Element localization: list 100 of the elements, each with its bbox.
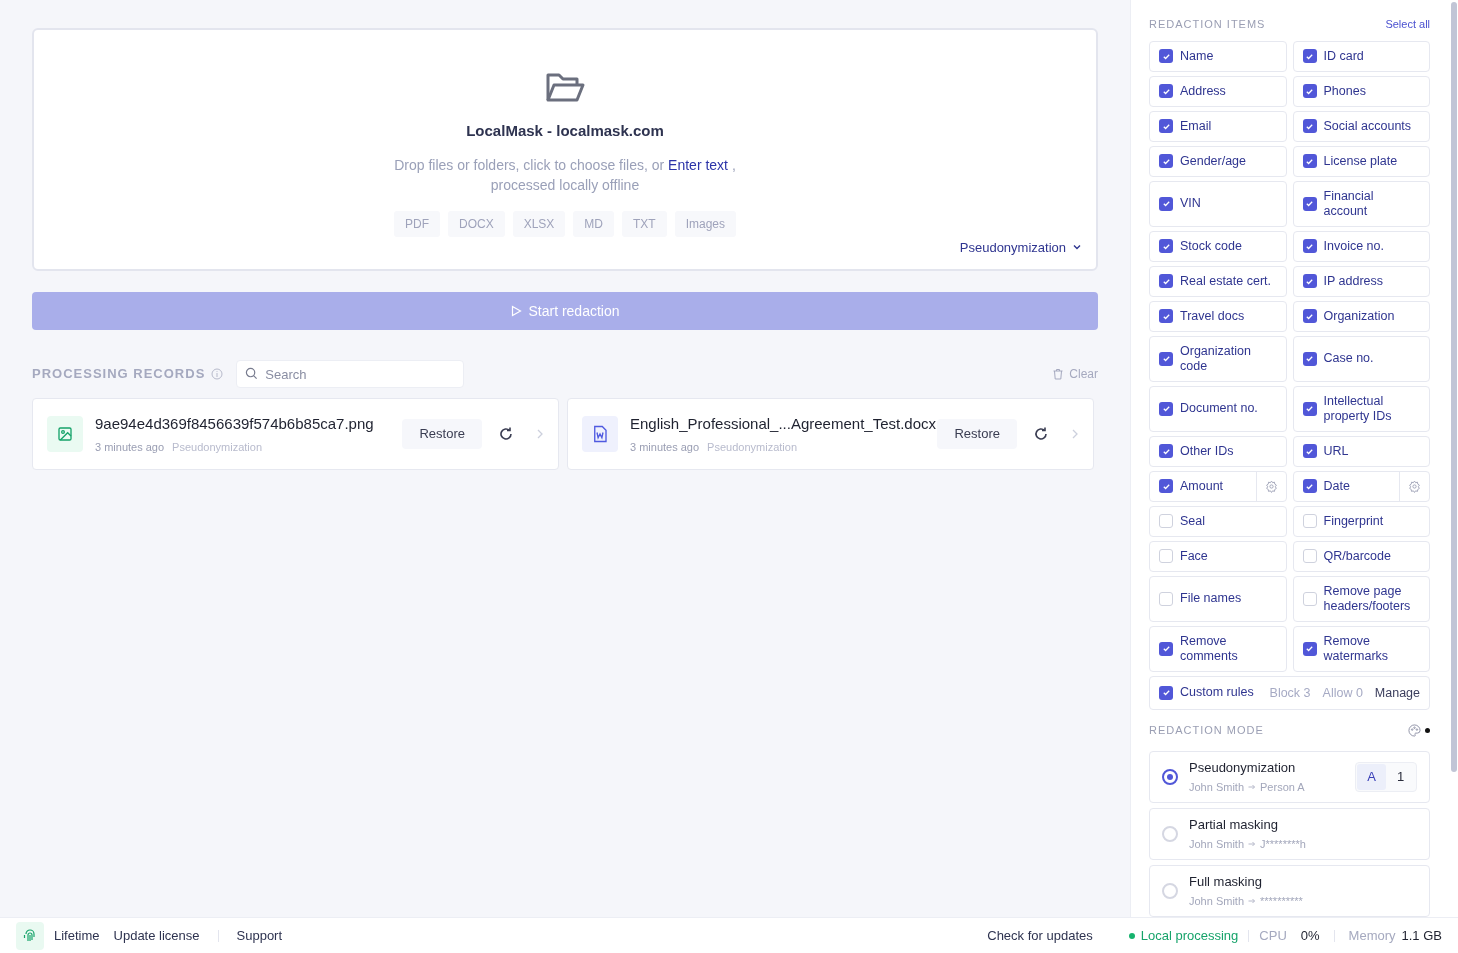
format-tag: DOCX	[447, 210, 505, 237]
checkbox[interactable]	[1159, 401, 1173, 416]
record-time: 3 minutes ago	[630, 439, 700, 455]
item-label: Organization	[1323, 308, 1395, 324]
mode-card[interactable]: Full masking John Smith **********	[1149, 864, 1431, 917]
checkbox[interactable]	[1159, 49, 1173, 63]
update-license-link[interactable]: Update license	[113, 925, 200, 946]
example-original: John Smith	[1189, 836, 1245, 852]
check-updates-link[interactable]: Check for updates	[987, 925, 1093, 946]
checkbox[interactable]	[1302, 119, 1317, 133]
checkmark-icon	[1305, 86, 1314, 96]
label-style-toggle[interactable]: 1	[1386, 763, 1416, 790]
search-field[interactable]: Search	[236, 360, 465, 388]
checkbox[interactable]	[1159, 641, 1173, 656]
checkbox[interactable]	[1302, 49, 1317, 63]
item-label: Remove watermarks	[1323, 633, 1390, 664]
checkbox[interactable]	[1159, 591, 1173, 606]
checkbox[interactable]	[1159, 685, 1173, 700]
checkmark-icon	[1161, 354, 1171, 363]
record-time: 3 minutes ago	[95, 439, 165, 455]
example-result: Person A	[1260, 779, 1305, 795]
checkbox[interactable]	[1159, 479, 1173, 493]
checkbox[interactable]	[1302, 274, 1317, 288]
item-label: Social accounts	[1323, 118, 1412, 134]
mode-dropdown[interactable]: Pseudonymization	[959, 237, 1082, 257]
item-label: Other IDs	[1180, 443, 1234, 459]
radio-button[interactable]	[1162, 768, 1178, 785]
item-label: File names	[1180, 591, 1242, 606]
checkbox[interactable]	[1159, 239, 1173, 253]
checkbox[interactable]	[1159, 514, 1173, 528]
example-original: John Smith	[1189, 779, 1245, 795]
label-style-toggle[interactable]: A	[1357, 763, 1387, 790]
checkbox[interactable]	[1302, 591, 1317, 606]
checkmark-icon	[1305, 241, 1314, 251]
checkbox[interactable]	[1302, 154, 1317, 168]
checkbox[interactable]	[1159, 351, 1173, 366]
checkbox[interactable]	[1159, 309, 1173, 323]
checkbox[interactable]	[1302, 641, 1317, 656]
checkbox[interactable]	[1302, 309, 1317, 323]
format-tag: TXT	[622, 210, 667, 237]
restore-button[interactable]: Restore	[937, 419, 1017, 449]
item-label: Fingerprint	[1323, 513, 1384, 529]
checkmark-icon	[1161, 241, 1171, 251]
enter-text-link[interactable]: Enter text	[668, 156, 728, 173]
checkbox[interactable]	[1302, 196, 1317, 211]
item-label: Real estate cert.	[1180, 273, 1271, 289]
trash-icon	[1052, 368, 1065, 380]
item-label: Financial account	[1323, 188, 1375, 219]
item-label: Phones	[1323, 83, 1366, 99]
record-mode: Pseudonymization	[707, 439, 797, 455]
checkmark-icon	[1161, 86, 1171, 96]
checkbox[interactable]	[1159, 444, 1173, 458]
drop-hint: Drop files or folders, click to choose files, or Enter text , processed locally offline	[393, 155, 737, 195]
refresh-icon[interactable]	[498, 426, 514, 442]
select-all-link[interactable]: Select all	[1385, 16, 1431, 33]
item-label: Address	[1180, 83, 1226, 99]
memory-value: 1.1 GB	[1401, 926, 1442, 945]
checkbox[interactable]	[1302, 549, 1317, 563]
item-label: Gender/age	[1180, 153, 1247, 169]
checkbox[interactable]	[1302, 479, 1317, 493]
checkbox[interactable]	[1302, 239, 1317, 253]
mode-card[interactable]: Pseudonymization John Smith Person A A 1	[1149, 750, 1431, 803]
checkbox[interactable]	[1159, 154, 1173, 168]
arrow-right-icon	[1248, 897, 1257, 905]
drop-zone[interactable]: LocalMask - localmask.com Drop files or folders, click to choose files, or Enter text , processed locally offline PDF DOCX XLSX MD TXT Images Pseudonymization	[32, 28, 1098, 271]
record-card[interactable]: 9ae94e4d369f8456639f574b6b85ca7.png 3 minutes ago Pseudonymization Restore	[32, 398, 559, 470]
checkbox[interactable]	[1302, 84, 1317, 98]
manage-link[interactable]: Manage	[1374, 683, 1421, 703]
checkmark-icon	[1161, 481, 1171, 491]
checkmark-icon	[1305, 354, 1314, 363]
mode-card[interactable]: Partial masking John Smith J********h	[1149, 807, 1431, 860]
checkbox[interactable]	[1159, 119, 1173, 133]
checkmark-icon	[1161, 404, 1171, 413]
item-label: URL	[1323, 443, 1349, 459]
checkbox[interactable]	[1159, 274, 1173, 288]
cpu-label: CPU	[1259, 926, 1287, 945]
support-link[interactable]: Support	[236, 925, 283, 946]
checkbox[interactable]	[1159, 549, 1173, 563]
checkmark-icon	[1305, 121, 1314, 131]
checkbox[interactable]	[1159, 84, 1173, 98]
item-label: ID card	[1323, 48, 1364, 64]
restore-button[interactable]: Restore	[402, 419, 482, 449]
checkmark-icon	[1161, 688, 1171, 698]
checkmark-icon	[1161, 51, 1171, 61]
arrow-right-icon	[1248, 840, 1257, 848]
checkbox[interactable]	[1302, 401, 1317, 416]
checkmark-icon	[1305, 199, 1314, 208]
refresh-icon[interactable]	[1033, 426, 1049, 442]
checkbox[interactable]	[1302, 514, 1317, 528]
item-label: Face	[1180, 548, 1208, 564]
checkbox[interactable]	[1302, 351, 1317, 366]
arrow-right-icon	[1248, 783, 1257, 791]
record-card[interactable]: English_Professional_...Agreement_Test.docx 3 minutes ago Pseudonymization Restore	[567, 398, 1094, 470]
checkmark-icon	[1305, 481, 1314, 491]
example-result: **********	[1260, 893, 1303, 909]
checkbox[interactable]	[1159, 196, 1173, 211]
checkbox[interactable]	[1302, 444, 1317, 458]
item-label: Invoice no.	[1323, 238, 1384, 254]
checkmark-icon	[1305, 51, 1314, 61]
checkmark-icon	[1161, 121, 1171, 131]
